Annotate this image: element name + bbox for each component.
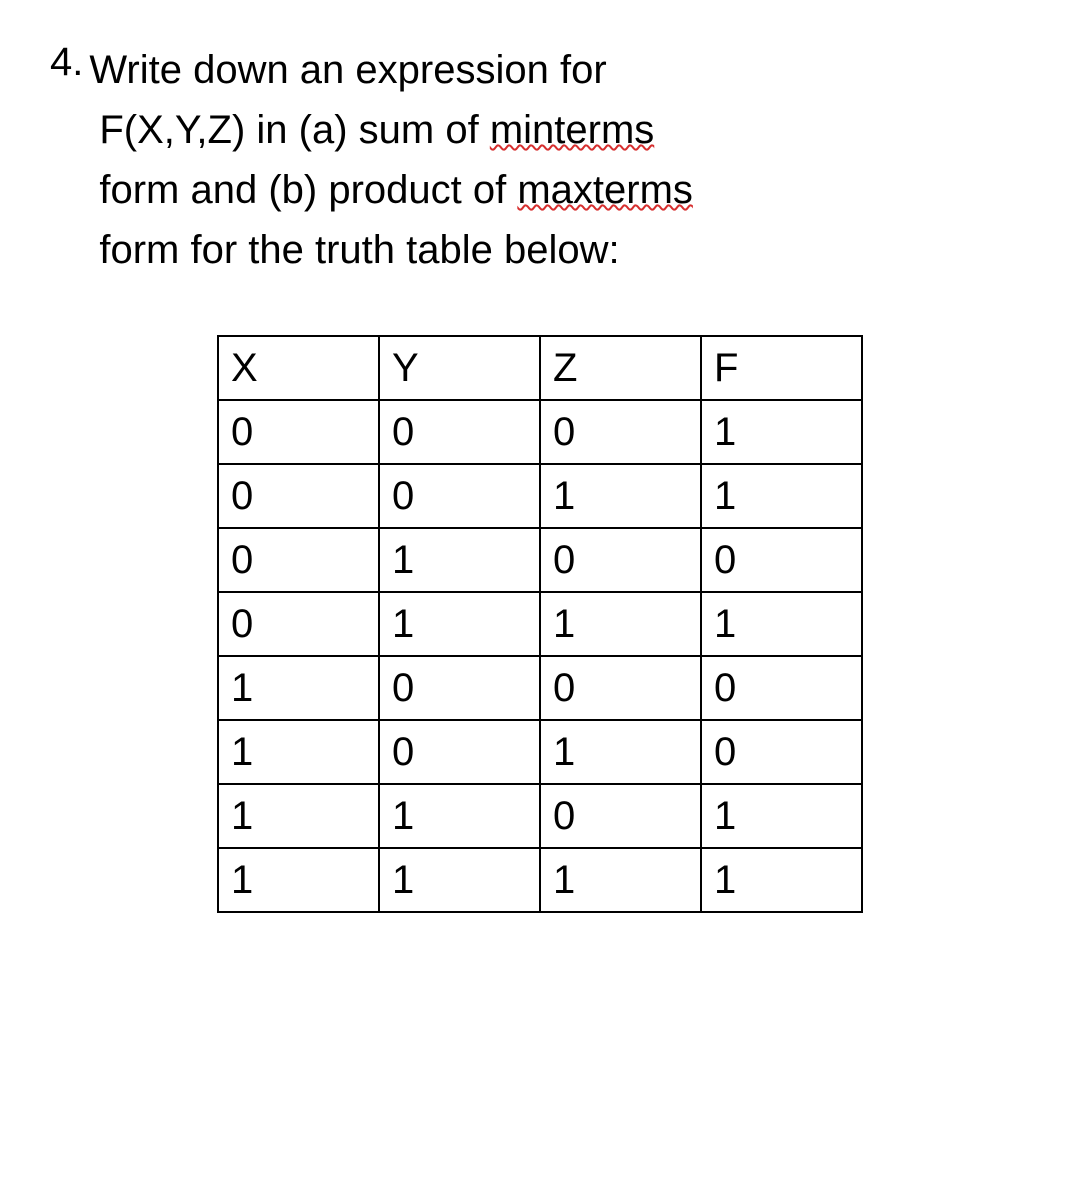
cell: 1 — [701, 400, 862, 464]
table-header-row: X Y Z F — [218, 336, 862, 400]
table-row: 0 0 1 1 — [218, 464, 862, 528]
q-line3-pre: form and (b) product of — [99, 168, 517, 212]
cell: 1 — [540, 592, 701, 656]
col-header-f: F — [701, 336, 862, 400]
col-header-z: Z — [540, 336, 701, 400]
cell: 1 — [540, 464, 701, 528]
cell: 0 — [218, 464, 379, 528]
col-header-x: X — [218, 336, 379, 400]
question-text: Write down an expression for F(X,Y,Z) in… — [89, 40, 1030, 280]
cell: 1 — [540, 848, 701, 912]
cell: 0 — [379, 720, 540, 784]
table-row: 1 1 0 1 — [218, 784, 862, 848]
cell: 1 — [218, 720, 379, 784]
cell: 0 — [701, 720, 862, 784]
q-minterms: minterms — [490, 108, 654, 152]
cell: 0 — [379, 400, 540, 464]
cell: 1 — [218, 656, 379, 720]
cell: 0 — [540, 528, 701, 592]
table-row: 0 0 0 1 — [218, 400, 862, 464]
cell: 1 — [218, 784, 379, 848]
cell: 0 — [218, 592, 379, 656]
cell: 0 — [540, 784, 701, 848]
cell: 0 — [218, 528, 379, 592]
cell: 1 — [379, 528, 540, 592]
cell: 1 — [379, 592, 540, 656]
truth-table: X Y Z F 0 0 0 1 0 0 1 1 0 1 0 0 0 1 1 1 … — [217, 335, 863, 913]
cell: 1 — [218, 848, 379, 912]
cell: 0 — [540, 656, 701, 720]
cell: 1 — [701, 784, 862, 848]
cell: 0 — [701, 656, 862, 720]
q-line2-mid: in (a) sum of — [245, 108, 490, 152]
table-row: 1 0 0 0 — [218, 656, 862, 720]
col-header-y: Y — [379, 336, 540, 400]
cell: 0 — [701, 528, 862, 592]
q-line1: Write down an expression for — [89, 48, 606, 92]
question-number: 4. — [50, 40, 83, 85]
table-row: 1 0 1 0 — [218, 720, 862, 784]
cell: 1 — [701, 848, 862, 912]
table-row: 1 1 1 1 — [218, 848, 862, 912]
cell: 1 — [701, 464, 862, 528]
q-line4: form for the truth table below: — [99, 220, 1030, 280]
q-func: F(X,Y,Z) — [99, 108, 245, 152]
question-block: 4. Write down an expression for F(X,Y,Z)… — [50, 40, 1030, 280]
table-row: 0 1 0 0 — [218, 528, 862, 592]
cell: 0 — [218, 400, 379, 464]
table-row: 0 1 1 1 — [218, 592, 862, 656]
q-maxterms: maxterms — [517, 168, 693, 212]
cell: 1 — [379, 848, 540, 912]
cell: 1 — [540, 720, 701, 784]
cell: 0 — [379, 656, 540, 720]
cell: 1 — [379, 784, 540, 848]
cell: 0 — [379, 464, 540, 528]
cell: 0 — [540, 400, 701, 464]
cell: 1 — [701, 592, 862, 656]
